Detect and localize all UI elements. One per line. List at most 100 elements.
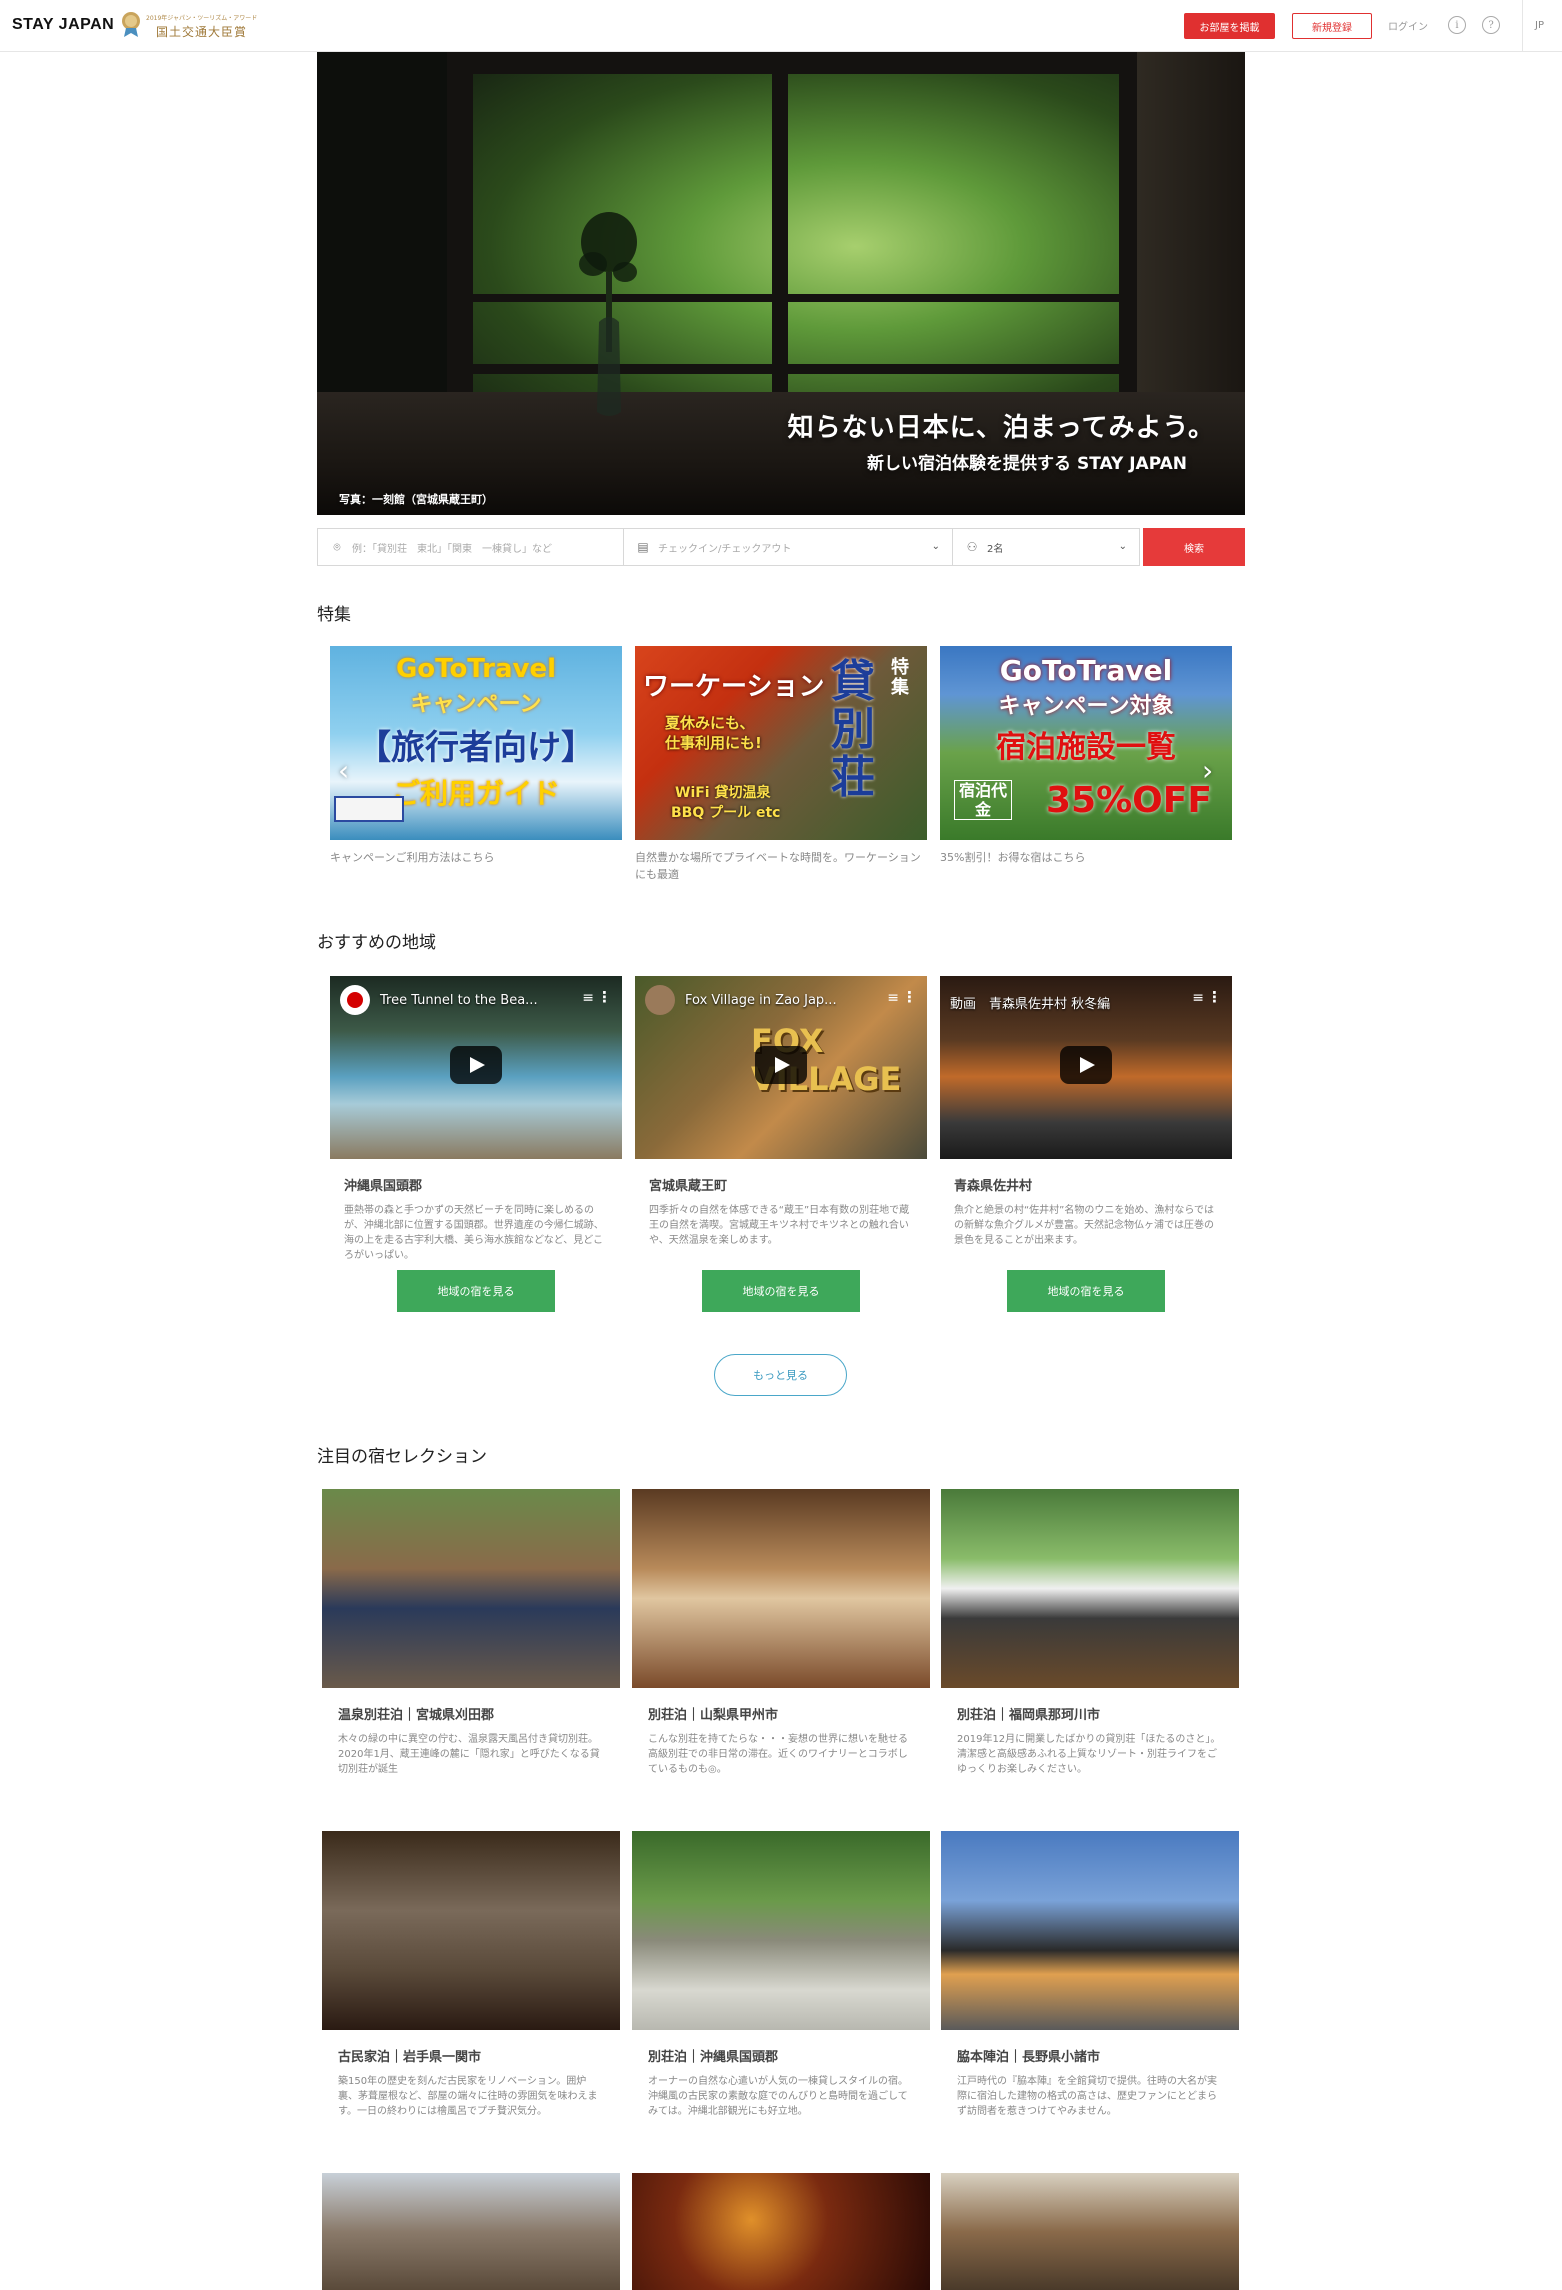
more-vert-icon[interactable]: ⋮ — [1207, 988, 1222, 1006]
stay-description: オーナーの自然な心遣いが人気の一棟貸しスタイルの宿。沖縄風の古民家の素敵な庭での… — [648, 2076, 908, 2117]
feature-text: 【旅行者向け】 — [357, 728, 595, 768]
playlist-icon[interactable]: ≡ — [887, 990, 899, 1006]
play-icon[interactable] — [1060, 1046, 1112, 1084]
stay-image — [941, 1831, 1239, 2030]
stay-name: 別荘泊｜福岡県那珂川市 — [957, 1708, 1101, 1723]
site-logo[interactable]: STAY JAPAN — [12, 16, 114, 34]
video-title: Tree Tunnel to the Bea... — [380, 993, 538, 1008]
stay-description: 築150年の歴史を刻んだ古民家をリノベーション。囲炉裏、茅葺屋根など、部屋の端々… — [338, 2076, 598, 2117]
feature-caption[interactable]: キャンペーンご利用方法はこちら — [330, 849, 622, 866]
stay-card[interactable]: 別荘泊｜沖縄県国頭郡 オーナーの自然な心遣いが人気の一棟貸しスタイルの宿。沖縄風… — [632, 1831, 930, 2119]
carousel-prev-icon[interactable]: ‹ — [338, 754, 349, 787]
play-icon[interactable] — [450, 1046, 502, 1084]
language-selector[interactable]: JP — [1535, 20, 1544, 31]
channel-avatar-icon — [340, 985, 370, 1015]
post-listing-button[interactable]: お部屋を掲載 — [1184, 13, 1275, 39]
stay-image — [941, 2173, 1239, 2290]
feature-card[interactable]: ワーケーション 夏休みにも、 仕事利用にも! WiFi 貸切温泉 BBQ プール… — [635, 646, 927, 883]
hero-image: 知らない日本に、泊まってみよう。 新しい宿泊体験を提供する STAY JAPAN… — [317, 52, 1245, 515]
photo-credit: 写真：一刻館（宮城県蔵王町） — [339, 493, 493, 506]
more-vert-icon[interactable]: ⋮ — [902, 988, 917, 1006]
play-icon[interactable] — [755, 1046, 807, 1084]
feature-text: BBQ プール etc — [671, 805, 781, 821]
stay-image — [941, 1489, 1239, 1688]
dark-wall — [1137, 52, 1245, 402]
stay-name: 古民家泊｜岩手県一関市 — [338, 2050, 482, 2065]
people-icon: ⚇ — [966, 540, 978, 554]
region-video[interactable]: 動画 青森県佐井村 秋冬編 ≡ ⋮ — [940, 976, 1232, 1159]
channel-avatar-icon — [645, 985, 675, 1015]
signup-button[interactable]: 新規登録 — [1292, 13, 1372, 39]
region-video[interactable]: Fox Village in Zao Jap... ≡ ⋮ FOX VILLAG… — [635, 976, 927, 1159]
info-icon[interactable]: i — [1448, 16, 1466, 34]
stay-image — [632, 1489, 930, 1688]
feature-text: ワーケーション — [643, 672, 825, 702]
stay-card[interactable]: 脇本陣泊｜長野県小諸市 江戸時代の『脇本陣』を全館貸切で提供。往時の大名が実際に… — [941, 1831, 1239, 2119]
location-placeholder: 例：「貸別荘 東北」「関東 一棟貸し」など — [352, 543, 552, 555]
more-button[interactable]: もっと見る — [714, 1354, 847, 1396]
stay-card[interactable] — [322, 2173, 620, 2290]
location-pin-icon: ⌾ — [333, 539, 341, 554]
vase-plant — [579, 212, 637, 416]
window-frame — [1119, 52, 1137, 402]
guests-select[interactable]: ⚇ 2名 ⌄ — [952, 528, 1140, 566]
dark-wall — [317, 52, 447, 402]
video-title: Fox Village in Zao Jap... — [685, 993, 837, 1008]
feature-caption[interactable]: 自然豊かな場所でプライベートな時間を。ワーケーションにも最適 — [635, 849, 927, 883]
feature-card[interactable]: GoToTravel キャンペーン 【旅行者向け】 ご利用ガイド キャンペーンご… — [330, 646, 622, 866]
feature-caption[interactable]: 35%割引！お得な宿はこちら — [940, 849, 1232, 866]
feature-text: 仕事利用にも! — [665, 734, 762, 752]
more-vert-icon[interactable]: ⋮ — [597, 988, 612, 1006]
stay-card[interactable] — [632, 2173, 930, 2290]
region-stays-button[interactable]: 地域の宿を見る — [397, 1270, 555, 1312]
stay-card[interactable]: 別荘泊｜福岡県那珂川市 2019年12月に開業したばかりの貸別荘「ほたるのさと」… — [941, 1489, 1239, 1777]
calendar-icon: ▤ — [637, 540, 649, 554]
stay-card[interactable]: 古民家泊｜岩手県一関市 築150年の歴史を刻んだ古民家をリノベーション。囲炉裏、… — [322, 1831, 620, 2119]
location-input[interactable]: ⌾ 例：「貸別荘 東北」「関東 一棟貸し」など — [317, 528, 624, 566]
hero-headline: 知らない日本に、泊まってみよう。 — [787, 413, 1215, 443]
playlist-icon[interactable]: ≡ — [1192, 990, 1204, 1006]
feature-image: GoToTravel キャンペーン対象 宿泊施設一覧 宿泊代金 35%OFF — [940, 646, 1232, 840]
carousel-next-icon[interactable]: › — [1202, 754, 1213, 787]
search-button[interactable]: 検索 — [1143, 528, 1245, 566]
region-card: Tree Tunnel to the Bea... ≡ ⋮ 沖縄県国頭郡 亜熱帯… — [330, 976, 622, 1312]
stay-card[interactable]: 温泉別荘泊｜宮城県刈田郡 木々の緑の中に異空の佇む、温泉露天風呂付き貸切別荘。2… — [322, 1489, 620, 1777]
medal-icon — [122, 12, 140, 37]
window-frame — [447, 52, 473, 402]
feature-text: 35%OFF — [1046, 780, 1212, 821]
stay-image — [632, 2173, 930, 2290]
stay-card[interactable] — [941, 2173, 1239, 2290]
region-name: 沖縄県国頭郡 — [344, 1179, 423, 1194]
feature-image: ワーケーション 夏休みにも、 仕事利用にも! WiFi 貸切温泉 BBQ プール… — [635, 646, 927, 840]
login-link[interactable]: ログイン — [1388, 18, 1428, 33]
date-picker[interactable]: ▤ チェックイン/チェックアウト ⌄ — [623, 528, 953, 566]
stay-image — [632, 1831, 930, 2030]
region-name: 青森県佐井村 — [954, 1179, 1033, 1194]
region-stays-button[interactable]: 地域の宿を見る — [702, 1270, 860, 1312]
train-graphic — [334, 796, 404, 822]
help-icon[interactable]: ? — [1482, 16, 1500, 34]
stay-name: 脇本陣泊｜長野県小諸市 — [957, 2050, 1101, 2065]
region-stays-button[interactable]: 地域の宿を見る — [1007, 1270, 1165, 1312]
chevron-down-icon: ⌄ — [1118, 541, 1127, 552]
feature-text: 宿泊代金 — [954, 780, 1012, 820]
stay-image — [322, 1831, 620, 2030]
site-header: STAY JAPAN 2019年ジャパン・ツーリズム・アワード 国土交通大臣賞 … — [0, 0, 1562, 52]
stay-card[interactable]: 別荘泊｜山梨県甲州市 こんな別荘を持てたらな・・・妄想の世界に想いを馳せる高級別… — [632, 1489, 930, 1777]
award-title: 国土交通大臣賞 — [156, 25, 248, 39]
feature-text: WiFi 貸切温泉 — [675, 785, 771, 801]
feature-text: 宿泊施設一覧 — [996, 730, 1176, 765]
region-name: 宮城県蔵王町 — [649, 1179, 728, 1194]
stay-description: 江戸時代の『脇本陣』を全館貸切で提供。往時の大名が実際に宿泊した建物の格式の高さ… — [957, 2076, 1217, 2117]
hero-subheadline: 新しい宿泊体験を提供する STAY JAPAN — [867, 454, 1187, 474]
stay-description: 2019年12月に開業したばかりの貸別荘「ほたるのさと」。清潔感と高級感あふれる… — [957, 1734, 1221, 1775]
window-frame — [447, 52, 1137, 74]
stay-image — [322, 1489, 620, 1688]
region-video[interactable]: Tree Tunnel to the Bea... ≡ ⋮ — [330, 976, 622, 1159]
playlist-icon[interactable]: ≡ — [582, 990, 594, 1006]
feature-card[interactable]: GoToTravel キャンペーン対象 宿泊施設一覧 宿泊代金 35%OFF 3… — [940, 646, 1232, 866]
feature-text: キャンペーン対象 — [998, 694, 1174, 719]
stay-description: 木々の緑の中に異空の佇む、温泉露天風呂付き貸切別荘。2020年1月、蔵王連峰の麓… — [338, 1734, 600, 1775]
region-card: Fox Village in Zao Jap... ≡ ⋮ FOX VILLAG… — [635, 976, 927, 1312]
date-placeholder: チェックイン/チェックアウト — [658, 543, 792, 555]
